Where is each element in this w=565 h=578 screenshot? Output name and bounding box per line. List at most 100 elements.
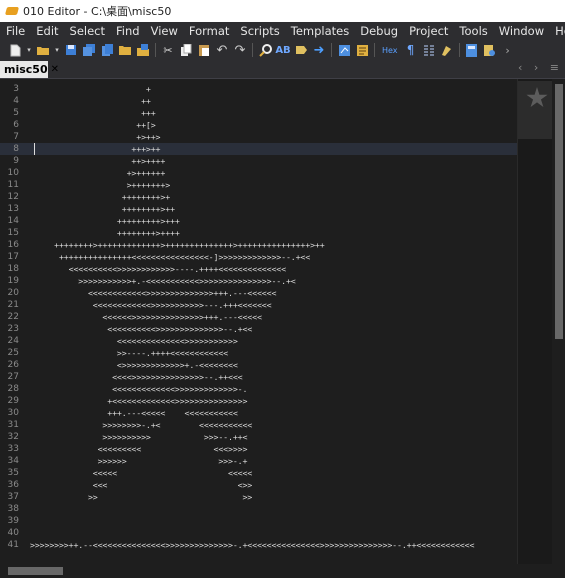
line-number: 21 <box>7 300 19 310</box>
code-line[interactable]: 12 ++++++++>+ <box>0 191 517 203</box>
line-number: 37 <box>7 492 19 502</box>
code-line[interactable]: 24 <<<<<<<<<<<<<<>>>>>>>>>>> <box>0 335 517 347</box>
code-line[interactable]: 13 ++++++++>++ <box>0 203 517 215</box>
next-icon[interactable]: ➜ <box>312 43 326 58</box>
menu-edit[interactable]: Edit <box>30 24 63 38</box>
menu-debug[interactable]: Debug <box>354 24 403 38</box>
chevron-left-icon[interactable]: ‹ <box>518 61 522 74</box>
replace-icon[interactable]: AB <box>275 43 290 57</box>
code-line[interactable]: 14 +++++++++>+++ <box>0 215 517 227</box>
horizontal-scroll-thumb[interactable] <box>8 567 63 575</box>
script-icon[interactable] <box>337 43 351 57</box>
calculator-icon[interactable] <box>465 43 479 57</box>
code-line[interactable]: 23 <<<<<<<<<<>>>>>>>>>>>>>>--.+<< <box>0 323 517 335</box>
code-line[interactable]: 4 ++ <box>0 95 517 107</box>
find-icon[interactable] <box>258 43 272 57</box>
code-line[interactable]: 5 +++ <box>0 107 517 119</box>
menu-help[interactable]: Help <box>549 24 565 38</box>
code-line[interactable]: 26 <>>>>>>>>>>>>>+.-<<<<<<<< <box>0 359 517 371</box>
vertical-scrollbar[interactable] <box>552 79 565 564</box>
close-icon[interactable]: ✕ <box>51 64 59 75</box>
code-line[interactable]: 33 <<<<<<<<< <<<>>>> <box>0 443 517 455</box>
code-line[interactable]: 28 <<<<<<<<<<<<<>>>>>>>>>>>>>-. <box>0 383 517 395</box>
menu-find[interactable]: Find <box>110 24 145 38</box>
code-line[interactable]: 20 <<<<<<<<<<<<>>>>>>>>>>>>>>+++.---<<<<… <box>0 287 517 299</box>
code-line[interactable]: 35 <<<<< <<<<< <box>0 467 517 479</box>
open-folder-icon[interactable] <box>118 43 132 57</box>
code-line[interactable]: 39 <box>0 515 517 527</box>
minimap[interactable] <box>517 79 553 564</box>
code-line[interactable]: 41 >>>>>>>>++.--<<<<<<<<<<<<<<<>>>>>>>>>>… <box>0 539 517 551</box>
code-line[interactable]: 22 <<<<<<>>>>>>>>>>>>>>>+++.---<<<<< <box>0 311 517 323</box>
code-text: +++ <box>30 108 156 118</box>
code-line[interactable]: 18 <<<<<<<<<<>>>>>>>>>>>>----.++++<<<<<<… <box>0 263 517 275</box>
tab-list-icon[interactable]: ≡ <box>550 61 559 74</box>
code-line[interactable]: 30 +++.---<<<<< <<<<<<<<<<< <box>0 407 517 419</box>
code-line[interactable]: 29 +<<<<<<<<<<<<<>>>>>>>>>>>>>>> <box>0 395 517 407</box>
line-number: 13 <box>7 204 19 214</box>
code-line[interactable]: 8 +++>++ <box>0 143 517 155</box>
code-line[interactable]: 27 <<<<>>>>>>>>>>>>>>>--.++<<< <box>0 371 517 383</box>
hex-toggle-button[interactable]: Hex <box>380 43 400 57</box>
open-icon[interactable] <box>36 43 50 57</box>
paste-icon[interactable] <box>197 43 211 57</box>
tab-label: misc50 <box>4 63 48 76</box>
code-line[interactable]: 7 +>++> <box>0 131 517 143</box>
cut-icon[interactable]: ✂ <box>161 43 175 57</box>
code-line[interactable]: 3 + <box>0 83 517 95</box>
inspector-icon[interactable] <box>483 43 497 57</box>
code-line[interactable]: 17 +++++++++++++++<<<<<<<<<<<<<<<<-]>>>>… <box>0 251 517 263</box>
pilcrow-icon[interactable]: ¶ <box>404 43 418 57</box>
template-icon[interactable] <box>355 43 369 57</box>
code-line[interactable]: 36 <<< <>> <box>0 479 517 491</box>
code-line[interactable]: 31 >>>>>>>>-.+< <<<<<<<<<<< <box>0 419 517 431</box>
menu-file[interactable]: File <box>0 24 30 38</box>
save-icon[interactable] <box>64 43 78 57</box>
minimap-viewport[interactable] <box>518 81 553 139</box>
code-line[interactable]: 11 >+++++++> <box>0 179 517 191</box>
undo-icon[interactable]: ↶ <box>215 43 229 58</box>
menu-format[interactable]: Format <box>183 24 235 38</box>
code-line[interactable]: 6 ++[> <box>0 119 517 131</box>
menu-templates[interactable]: Templates <box>285 24 354 38</box>
menu-select[interactable]: Select <box>64 24 110 38</box>
copy-icon[interactable] <box>179 43 193 57</box>
horizontal-scrollbar[interactable] <box>0 564 565 578</box>
code-line[interactable]: 15 ++++++++>++++ <box>0 227 517 239</box>
columns-icon[interactable] <box>422 43 436 57</box>
menu-project[interactable]: Project <box>403 24 453 38</box>
menu-view[interactable]: View <box>145 24 183 38</box>
new-file-icon[interactable] <box>8 43 22 57</box>
code-line[interactable]: 37 >> >> <box>0 491 517 503</box>
line-number: 40 <box>7 528 19 538</box>
code-line[interactable]: 21 <<<<<<<<<<<<>>>>>>>>>>>---.+++<<<<<<< <box>0 299 517 311</box>
goto-icon[interactable] <box>294 43 308 57</box>
highlight-icon[interactable] <box>440 43 454 57</box>
chevron-right-icon[interactable]: › <box>534 61 538 74</box>
code-line[interactable]: 40 <box>0 527 517 539</box>
code-line[interactable]: 38 <box>0 503 517 515</box>
code-text: <<< <>> <box>30 480 253 490</box>
save-all-icon[interactable] <box>82 43 96 57</box>
redo-icon[interactable]: ↷ <box>233 43 247 58</box>
window-title: 010 Editor - C:\桌面\misc50 <box>23 5 172 18</box>
dropdown-arrow-icon-2[interactable]: ▾ <box>54 43 60 57</box>
code-line[interactable]: 32 >>>>>>>>>> >>>--.++< <box>0 431 517 443</box>
menu-window[interactable]: Window <box>493 24 549 38</box>
workspace-icon[interactable] <box>136 43 150 57</box>
code-line[interactable]: 10 +>++++++ <box>0 167 517 179</box>
code-line[interactable]: 34 >>>>>> >>>-.+ <box>0 455 517 467</box>
dropdown-arrow-icon[interactable]: ▾ <box>26 43 32 57</box>
more-icon[interactable]: › <box>501 43 515 57</box>
code-text: >>>>>>>>-.+< <<<<<<<<<<< <box>30 420 253 430</box>
code-line[interactable]: 16 ++++++++>+++++++++++++>++++++++++++++… <box>0 239 517 251</box>
code-line[interactable]: 19 >>>>>>>>>>>+.-<<<<<<<<<<<>>>>>>>>>>>>… <box>0 275 517 287</box>
code-line[interactable]: 9 ++>++++ <box>0 155 517 167</box>
menu-scripts[interactable]: Scripts <box>234 24 284 38</box>
vertical-scroll-thumb[interactable] <box>555 84 563 339</box>
copy-file-icon[interactable] <box>100 43 114 57</box>
text-editor[interactable]: 3 +4 ++ 5 +++ 6 ++[> 7 +>++> 8 +++>++ 9 ++>++… <box>0 79 552 564</box>
tab-misc50[interactable]: misc50 ✕ <box>0 61 59 78</box>
code-line[interactable]: 25 >>----.++++<<<<<<<<<<<< <box>0 347 517 359</box>
menu-tools[interactable]: Tools <box>453 24 492 38</box>
